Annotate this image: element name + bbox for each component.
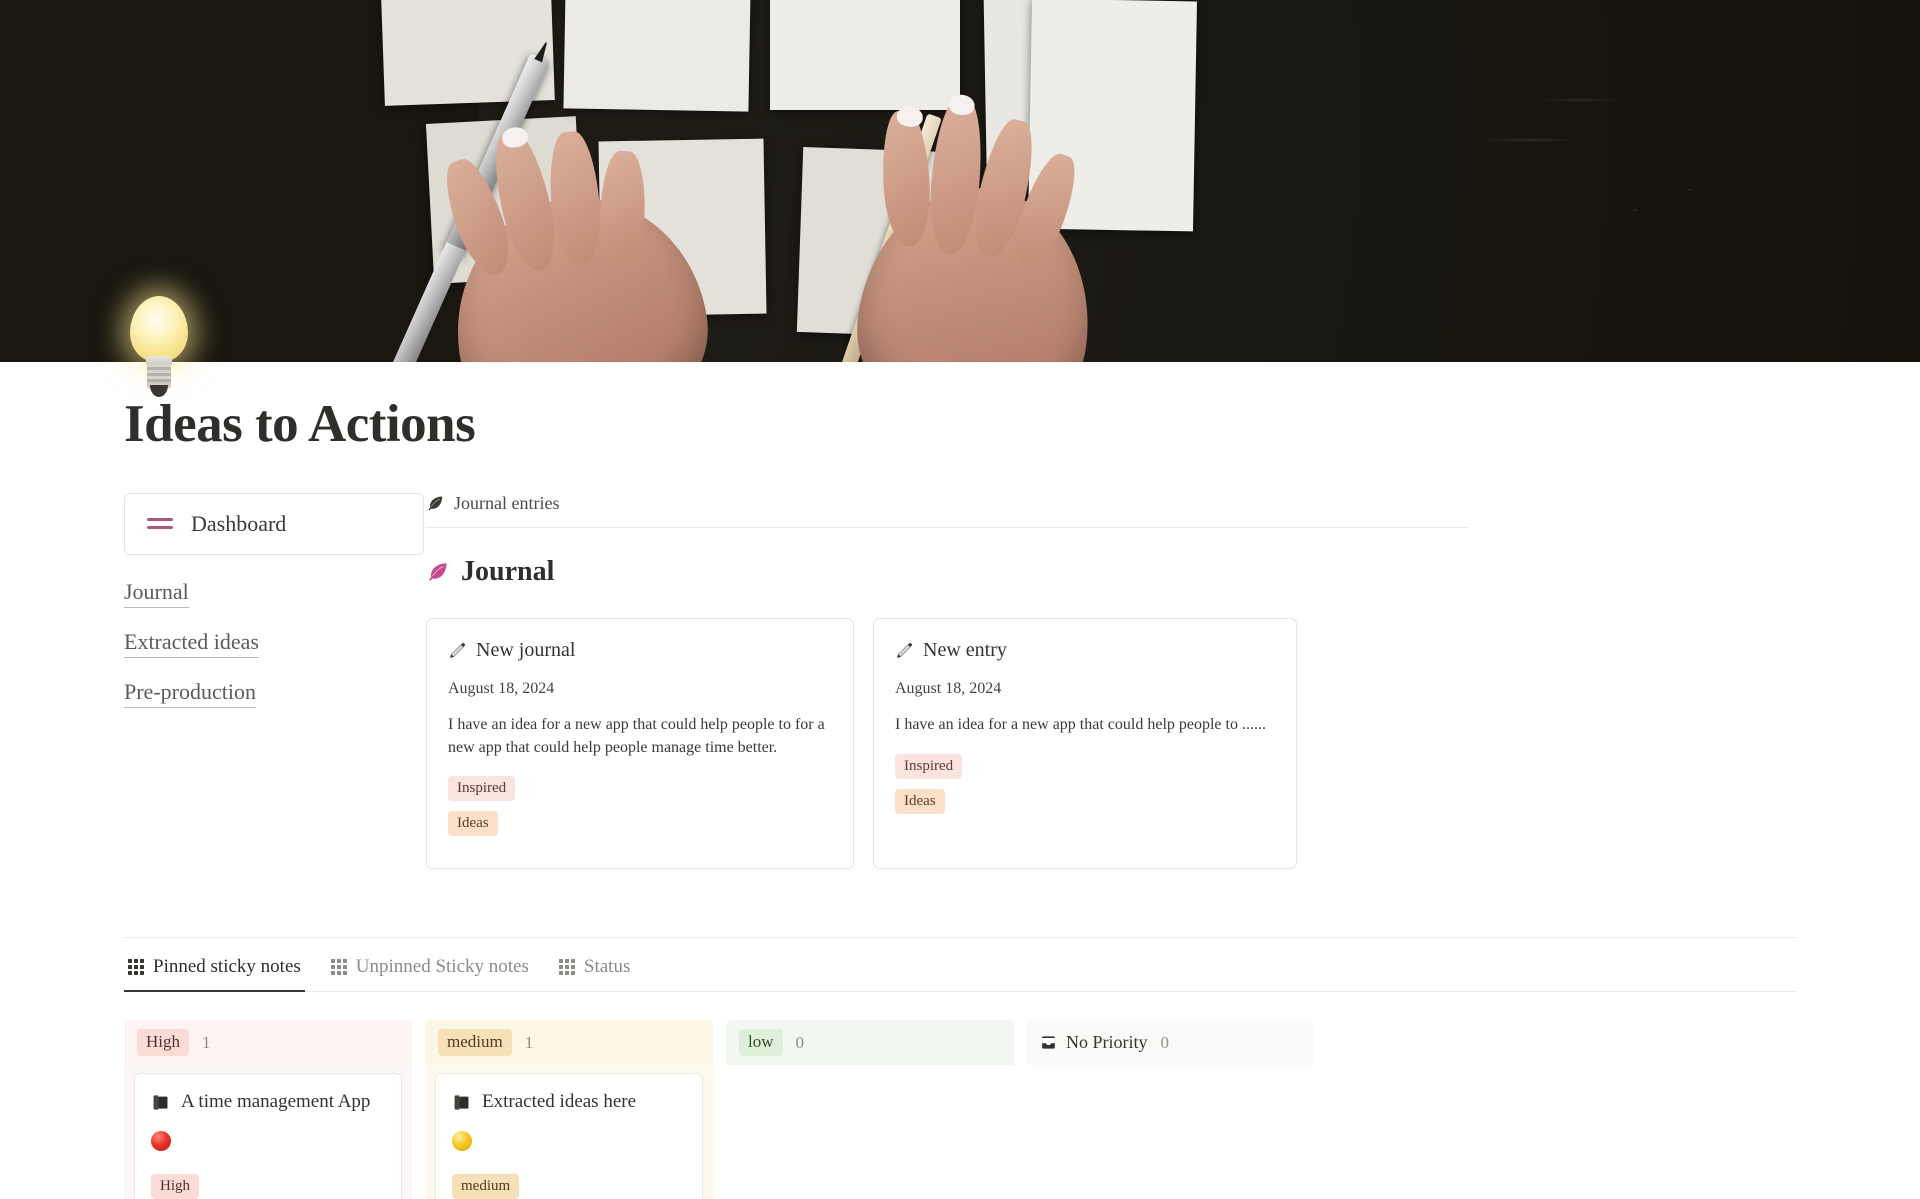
- column-header[interactable]: High 1: [124, 1020, 412, 1066]
- yellow-circle-icon: [452, 1131, 472, 1152]
- journal-entry-title-row: New entry: [895, 639, 1275, 662]
- sidebar-item-journal[interactable]: Journal: [124, 579, 189, 608]
- column-header[interactable]: medium 1: [425, 1020, 713, 1066]
- tab-label: Pinned sticky notes: [153, 956, 301, 978]
- priority-badge-high: High: [137, 1029, 189, 1057]
- sticky-note-title: Extracted ideas here: [482, 1091, 637, 1113]
- tag-ideas[interactable]: Ideas: [895, 788, 945, 814]
- column-count: 1: [202, 1032, 211, 1052]
- inbox-icon: [1040, 1034, 1057, 1051]
- dashboard-label: Dashboard: [191, 510, 287, 536]
- board-column-high: High 1 A time management App High: [124, 1020, 412, 1199]
- sidebar-item-dashboard[interactable]: Dashboard: [124, 492, 424, 555]
- journal-entry-date: August 18, 2024: [895, 679, 1002, 697]
- column-header[interactable]: No Priority 0: [1027, 1020, 1315, 1066]
- sticky-note-tag-row: medium: [452, 1174, 686, 1199]
- sidebar-item-extracted-ideas[interactable]: Extracted ideas: [124, 629, 259, 658]
- journal-entry-title-row: New journal: [448, 639, 832, 662]
- journal-entry-body: I have an idea for a new app that could …: [448, 715, 825, 756]
- sidebar-nav-links: Journal Extracted ideas Pre-production: [124, 579, 406, 708]
- priority-badge-low: low: [739, 1029, 783, 1057]
- column-count: 0: [795, 1032, 805, 1052]
- journal-entry-title: New entry: [923, 638, 1007, 661]
- page-body: Ideas to Actions Dashboard Journal Extra…: [0, 394, 1920, 1199]
- page-emoji-lightbulb-icon: [124, 296, 196, 398]
- tab-pinned-sticky-notes[interactable]: Pinned sticky notes: [124, 938, 305, 993]
- tag-ideas[interactable]: Ideas: [448, 811, 498, 837]
- column-body: [1027, 1065, 1315, 1083]
- board-section: Pinned sticky notes Unpinned Sticky note…: [0, 937, 1920, 1199]
- cover-banner: [0, 0, 1920, 362]
- column-count: 1: [524, 1032, 534, 1052]
- journal-column: Journal entries Journal New journal Augu…: [426, 493, 1920, 870]
- tag-inspired[interactable]: Inspired: [448, 776, 516, 802]
- sticky-note-card[interactable]: Extracted ideas here medium: [435, 1073, 703, 1199]
- red-circle-icon: [151, 1131, 171, 1152]
- tab-label: Status: [583, 956, 631, 978]
- column-count: 0: [1160, 1032, 1170, 1052]
- sidebar-item-pre-production[interactable]: Pre-production: [124, 679, 256, 708]
- board-column-low: low 0: [726, 1020, 1014, 1199]
- sticky-note-card[interactable]: A time management App High: [134, 1073, 402, 1199]
- pencil-icon: [448, 641, 467, 660]
- priority-badge-medium: medium: [438, 1029, 512, 1057]
- kanban-board: High 1 A time management App High medium…: [124, 1020, 1796, 1199]
- column-body: [726, 1065, 1014, 1083]
- journal-entry-tag-row: Inspired: [895, 753, 1275, 779]
- board-tabs: Pinned sticky notes Unpinned Sticky note…: [124, 938, 1796, 993]
- journal-entry-tag-row: Ideas: [895, 788, 1275, 814]
- tag-medium[interactable]: medium: [452, 1174, 520, 1199]
- tab-status[interactable]: Status: [555, 938, 634, 992]
- no-priority-label: No Priority: [1066, 1032, 1148, 1053]
- journal-heading-label: Journal: [461, 555, 555, 587]
- sidebar: Dashboard Journal Extracted ideas Pre-pr…: [124, 492, 426, 708]
- stacked-cards-icon: [151, 1093, 170, 1112]
- feather-icon: [426, 494, 445, 513]
- column-body: A time management App High: [124, 1065, 412, 1199]
- journal-entry-card[interactable]: New entry August 18, 2024 I have an idea…: [873, 617, 1297, 870]
- board-column-medium: medium 1 Extracted ideas here medium: [425, 1020, 713, 1199]
- grid-icon: [330, 959, 347, 976]
- pencil-icon: [895, 641, 914, 660]
- cover-hand-right: [846, 93, 1104, 362]
- board-column-no-priority: No Priority 0: [1027, 1020, 1315, 1199]
- journal-entry-tag-row: Ideas: [448, 811, 832, 837]
- journal-entry-card[interactable]: New journal August 18, 2024 I have an id…: [426, 617, 854, 870]
- journal-entries-breadcrumb[interactable]: Journal entries: [426, 493, 1468, 528]
- page-title: Ideas to Actions: [124, 395, 476, 453]
- upper-content-row: Dashboard Journal Extracted ideas Pre-pr…: [0, 492, 1920, 870]
- journal-entries-label: Journal entries: [454, 492, 560, 513]
- sticky-note-title-row: A time management App: [151, 1091, 385, 1113]
- column-header[interactable]: low 0: [726, 1020, 1014, 1066]
- column-body: Extracted ideas here medium: [425, 1065, 713, 1199]
- tab-unpinned-sticky-notes[interactable]: Unpinned Sticky notes: [327, 938, 533, 992]
- journal-entry-body: I have an idea for a new app that could …: [895, 715, 1266, 733]
- journal-entry-cards: New journal August 18, 2024 I have an id…: [426, 617, 1468, 870]
- menu-lines-icon: [147, 518, 175, 530]
- journal-heading: Journal: [426, 556, 1468, 588]
- cover-photo: [0, 0, 1920, 362]
- grid-icon: [128, 959, 144, 976]
- cover-sticky-note: [770, 0, 960, 110]
- sticky-note-tag-row: High: [151, 1174, 385, 1199]
- journal-entry-date: August 18, 2024: [448, 679, 555, 697]
- priority-badge-none: No Priority: [1040, 1032, 1148, 1053]
- feather-icon: [426, 560, 450, 584]
- sticky-note-title: A time management App: [181, 1091, 371, 1113]
- tag-high[interactable]: High: [151, 1174, 199, 1199]
- cover-sticky-note: [563, 0, 752, 112]
- journal-entry-title: New journal: [476, 638, 576, 661]
- stacked-cards-icon: [452, 1093, 471, 1112]
- sticky-note-title-row: Extracted ideas here: [452, 1091, 686, 1113]
- journal-entry-tag-row: Inspired: [448, 776, 832, 802]
- tag-inspired[interactable]: Inspired: [895, 753, 963, 779]
- grid-icon: [558, 959, 575, 976]
- tab-label: Unpinned Sticky notes: [355, 956, 529, 978]
